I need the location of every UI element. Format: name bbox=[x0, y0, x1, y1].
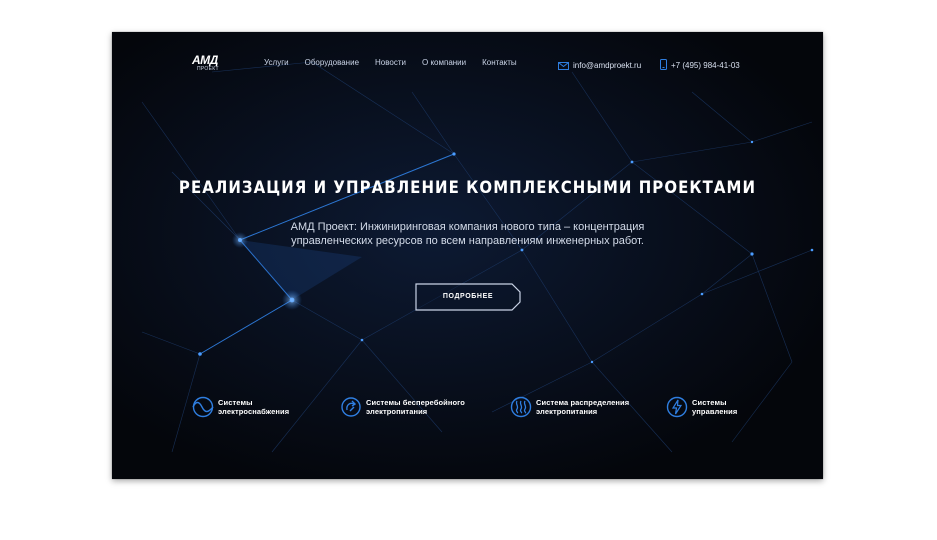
site-header: АМД ПРОЕКТ Услуги Оборудование Новости О… bbox=[112, 32, 823, 92]
nav-item-news[interactable]: Новости bbox=[375, 58, 406, 68]
feature-power-supply[interactable]: Системы электроснабжения bbox=[192, 396, 289, 418]
more-button-label: ПОДРОБНЕЕ bbox=[442, 293, 494, 300]
nav-item-about[interactable]: О компании bbox=[422, 58, 466, 68]
feature-label: Система распределения электропитания bbox=[536, 398, 629, 416]
feature-control[interactable]: Системы управления bbox=[666, 396, 737, 418]
lightning-icon bbox=[666, 396, 688, 418]
nav-item-services[interactable]: Услуги bbox=[264, 58, 289, 68]
hero-subtitle-line-2: управленческих ресурсов по всем направле… bbox=[291, 235, 644, 247]
hero-title: РЕАЛИЗАЦИЯ И УПРАВЛЕНИЕ КОМПЛЕКСНЫМИ ПРО… bbox=[178, 178, 757, 198]
hero-subtitle-line-1: АМД Проект: Инжиниринговая компания ново… bbox=[290, 221, 645, 233]
company-logo[interactable]: АМД ПРОЕКТ bbox=[192, 54, 226, 72]
sine-wave-icon bbox=[192, 396, 214, 418]
feature-label-line-2: электроснабжения bbox=[218, 407, 290, 416]
feature-label-line-1: Системы bbox=[692, 398, 727, 407]
power-cycle-icon bbox=[341, 397, 361, 417]
hero-subtitle: АМД Проект: Инжиниринговая компания ново… bbox=[262, 220, 673, 248]
logo-subtitle: ПРОЕКТ bbox=[197, 66, 219, 72]
more-button[interactable]: ПОДРОБНЕЕ bbox=[415, 283, 521, 311]
feature-label-line-1: Системы бесперебойного bbox=[366, 398, 465, 407]
email-contact[interactable]: info@amdproekt.ru bbox=[558, 57, 641, 75]
heat-waves-icon bbox=[510, 396, 532, 418]
mail-icon bbox=[558, 57, 569, 75]
main-nav: Услуги Оборудование Новости О компании К… bbox=[264, 58, 533, 68]
logo-text: АМД bbox=[192, 53, 218, 67]
feature-label: Системы бесперебойного электропитания bbox=[366, 398, 465, 416]
features-list: Системы электроснабжения Системы беспере… bbox=[112, 396, 823, 426]
feature-label-line-2: электропитания bbox=[536, 407, 598, 416]
feature-ups[interactable]: Системы бесперебойного электропитания bbox=[340, 396, 465, 418]
feature-label-line-2: электропитания bbox=[366, 407, 428, 416]
website-frame: АМД ПРОЕКТ Услуги Оборудование Новости О… bbox=[112, 32, 823, 479]
feature-label-line-2: управления bbox=[692, 407, 738, 416]
phone-number[interactable]: +7 (495) 984-41-03 bbox=[671, 61, 740, 71]
feature-label: Системы электроснабжения bbox=[218, 398, 289, 416]
feature-label: Системы управления bbox=[692, 398, 737, 416]
nav-item-contacts[interactable]: Контакты bbox=[482, 58, 517, 68]
feature-distribution[interactable]: Система распределения электропитания bbox=[510, 396, 629, 418]
nav-item-equipment[interactable]: Оборудование bbox=[305, 58, 359, 68]
feature-label-line-1: Система распределения bbox=[536, 398, 630, 407]
feature-label-line-1: Системы bbox=[218, 398, 253, 407]
email-link[interactable]: info@amdproekt.ru bbox=[573, 61, 641, 71]
phone-contact[interactable]: +7 (495) 984-41-03 bbox=[660, 57, 740, 75]
phone-icon bbox=[660, 57, 667, 75]
